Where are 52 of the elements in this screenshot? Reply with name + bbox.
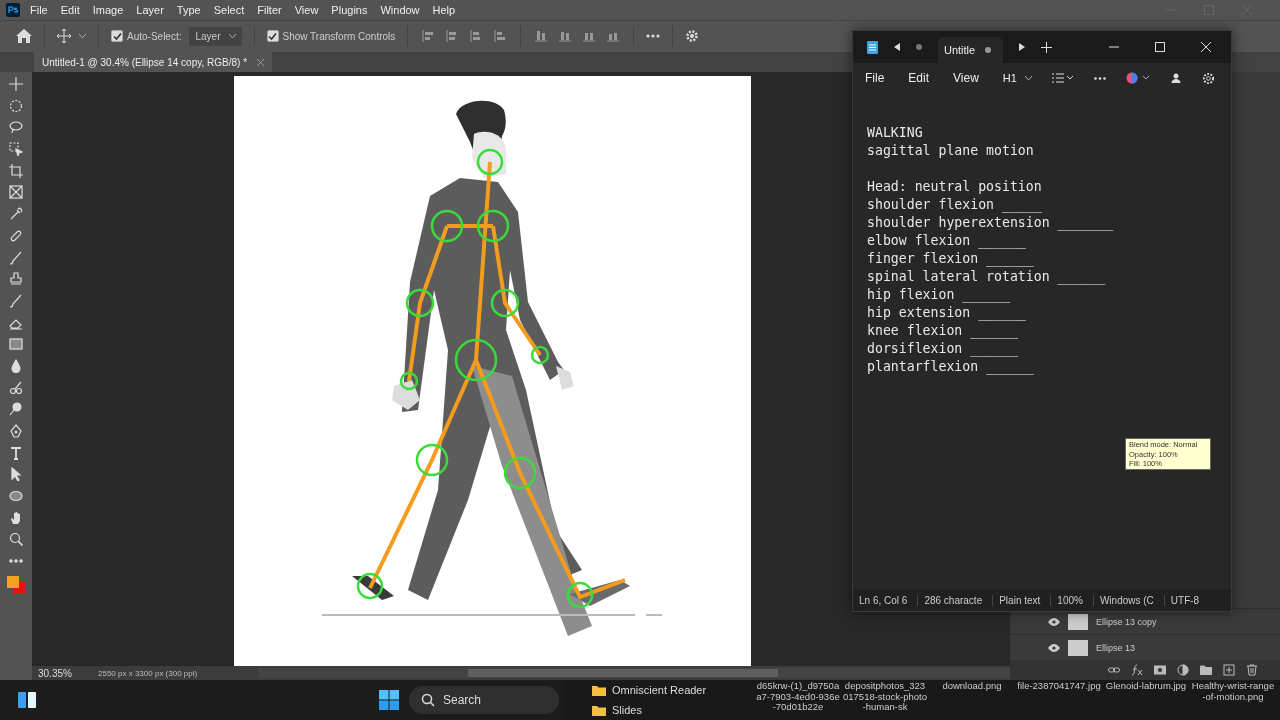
layer-name: Ellipse 13 xyxy=(1096,642,1136,653)
text-line: plantarflexion ______ xyxy=(867,358,1034,376)
text-line: hip extension ______ xyxy=(867,304,1026,322)
auto-select-label: Auto-Select: xyxy=(127,30,182,42)
menu-item[interactable]: Select xyxy=(213,3,245,16)
menu-item[interactable]: File xyxy=(30,3,48,16)
search-field[interactable]: Search xyxy=(409,686,559,714)
menu-item[interactable]: Window xyxy=(380,3,420,16)
heading-dropdown[interactable]: H1 xyxy=(1002,72,1032,84)
layer-name: Ellipse 13 copy xyxy=(1096,616,1157,627)
status-item: Windows (C xyxy=(1092,594,1164,606)
text-line: WALKING xyxy=(867,124,923,142)
status-item: 100% xyxy=(1050,594,1093,606)
status-item: 286 characte xyxy=(917,594,993,606)
text-line: dorsiflexion ______ xyxy=(867,340,1018,358)
menu-item[interactable]: Type xyxy=(176,3,201,16)
menu-item[interactable]: Edit xyxy=(60,3,80,16)
menu-item[interactable]: Plugins xyxy=(331,3,368,16)
document-tab[interactable]: Untitled-1 @ 30.4% (Ellipse 14 copy, RGB/8) * xyxy=(34,52,273,72)
file-name[interactable]: Glenoid-labrum.jpg xyxy=(1104,681,1188,720)
file-name[interactable]: file-2387041747.jpg xyxy=(1017,681,1101,720)
status-item: Ln 6, Col 6 xyxy=(858,594,909,606)
text-line: shoulder flexion _____ xyxy=(867,196,1042,214)
folder-name[interactable]: Slides xyxy=(612,704,642,716)
text-line: Head: neutral position xyxy=(867,178,1042,196)
file-name[interactable]: depositphotos_323017518-stock-photo-human-sk xyxy=(843,681,927,720)
file-name[interactable]: d65krw-(1)_d9750aa7-7903-4ed0-936e-70d01b22e xyxy=(756,681,840,720)
document-size: 2550 px x 3300 px (300 ppi) xyxy=(98,668,199,678)
zoom-level[interactable]: 30.35% xyxy=(32,667,98,679)
text-line: shoulder hyperextension _______ xyxy=(867,214,1114,232)
transform-controls-label: Show Transform Controls xyxy=(282,30,396,42)
menu-item[interactable]: View xyxy=(953,71,979,85)
folder-name[interactable]: Omniscient Reader xyxy=(612,684,707,696)
text-line: elbow flexion ______ xyxy=(867,232,1026,250)
text-line: sagittal plane motion xyxy=(867,142,1034,160)
notepad-tab[interactable]: Untitle xyxy=(938,37,1004,63)
menu-item[interactable]: View xyxy=(294,3,319,16)
layer-dropdown[interactable]: Layer xyxy=(189,26,242,46)
menu-item[interactable]: Layer xyxy=(136,3,164,16)
menu-item[interactable]: File xyxy=(865,71,885,85)
menu-item[interactable]: Help xyxy=(432,3,456,16)
menu-item[interactable]: Image xyxy=(92,3,124,16)
menu-item[interactable]: Filter xyxy=(257,3,282,16)
menu-item[interactable]: Edit xyxy=(908,71,930,85)
file-name[interactable]: Healthy-wrist-range-of-motion.png xyxy=(1191,681,1275,720)
text-line: knee flexion ______ xyxy=(867,322,1018,340)
status-item: Plain text xyxy=(992,594,1051,606)
text-line: hip flexion ______ xyxy=(867,286,1010,304)
text-line: finger flexion ______ xyxy=(867,250,1034,268)
status-item: UTF-8 xyxy=(1163,594,1210,606)
text-line: spinal lateral rotation ______ xyxy=(867,268,1106,286)
file-name[interactable]: download.png xyxy=(930,681,1014,720)
